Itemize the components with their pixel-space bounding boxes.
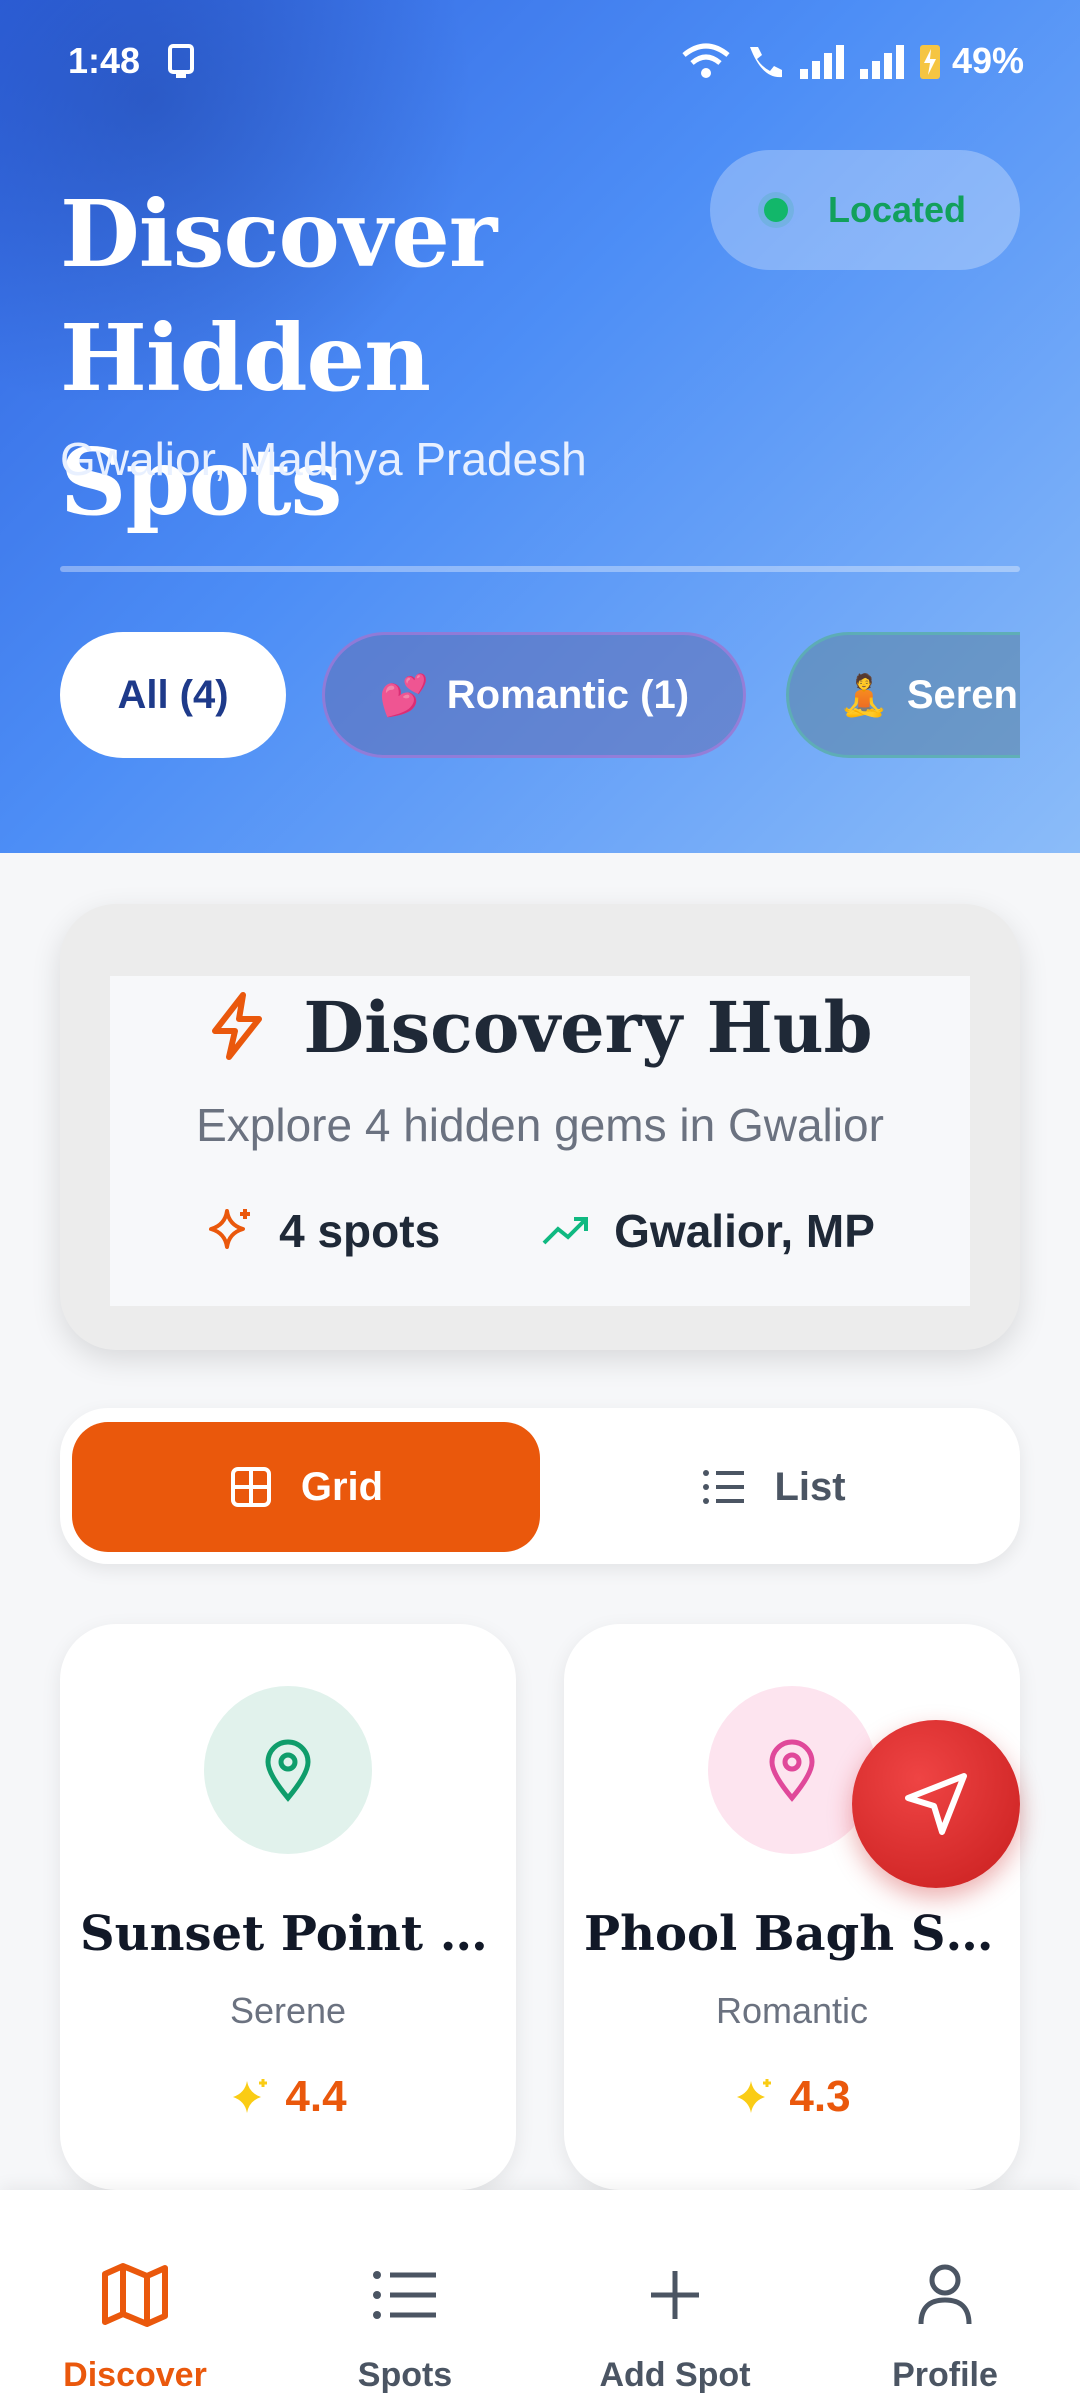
sparkle-icon — [209, 1209, 251, 1249]
status-dot-icon — [763, 198, 788, 222]
list-view-button[interactable]: List — [540, 1422, 1008, 1552]
view-toggle: Grid List — [60, 1408, 1020, 1564]
nav-discover[interactable]: Discover — [0, 2190, 270, 2400]
list-icon — [373, 2271, 436, 2319]
spot-name: Phool Bagh Se... — [584, 1906, 1000, 1962]
navigate-fab-button[interactable] — [852, 1720, 1020, 1888]
discovery-hub-content: Discovery Hub Explore 4 hidden gems in G… — [110, 976, 970, 1306]
discovery-hub-card: Discovery Hub Explore 4 hidden gems in G… — [60, 904, 1020, 1350]
location-status-label: Located — [827, 189, 967, 230]
signal-icon-2 — [859, 45, 904, 79]
user-icon — [918, 2264, 972, 2325]
hub-title: Discovery Hub — [110, 986, 970, 1069]
sparkle-icon — [233, 2079, 268, 2113]
spots-count-stat: 4 spots — [205, 1204, 440, 1258]
spot-rating: 4.4 — [60, 2072, 516, 2122]
location-stat: Gwalior, MP — [540, 1204, 875, 1258]
grid-icon — [230, 1467, 271, 1507]
wifi-icon — [682, 43, 730, 78]
meditation-icon: 🧘 — [839, 673, 889, 718]
filter-chip-serene[interactable]: 🧘 Seren — [786, 632, 1020, 758]
category-filter-row[interactable]: All (4) 💕 Romantic (1) 🧘 Seren — [60, 632, 1020, 762]
spot-card[interactable]: Sunset Point a... Serene 4.4 — [60, 1624, 516, 2190]
spot-category: Romantic — [715, 1990, 869, 2031]
grid-view-button[interactable]: Grid — [72, 1422, 540, 1552]
battery-icon — [919, 45, 940, 79]
hub-stats: 4 spots Gwalior, MP — [110, 1204, 970, 1258]
device-icon — [168, 44, 194, 78]
nav-spots[interactable]: Spots — [270, 2190, 540, 2400]
spot-name: Sunset Point a... — [80, 1906, 496, 1962]
map-pin-icon — [265, 1739, 311, 1802]
hero-header: 1:48 49% Discover Hidden Spots Gwalior, … — [0, 0, 1080, 853]
spot-category: Serene — [229, 1990, 347, 2031]
nav-add-spot[interactable]: Add Spot — [540, 2190, 810, 2400]
nav-profile[interactable]: Profile — [810, 2190, 1080, 2400]
hearts-icon: 💕 — [378, 673, 429, 718]
divider — [60, 566, 1020, 572]
spot-pin-icon — [708, 1686, 876, 1854]
location-subtitle: Gwalior, Madhya Pradesh — [60, 433, 587, 485]
list-icon — [703, 1470, 745, 1504]
signal-icon — [799, 45, 844, 79]
lightning-icon — [212, 992, 263, 1060]
status-bar: 1:48 49% — [0, 0, 1080, 120]
spot-pin-icon — [204, 1686, 372, 1854]
location-status-badge[interactable]: Located — [710, 150, 1020, 270]
call-icon — [749, 47, 782, 78]
filter-chip-romantic[interactable]: 💕 Romantic (1) — [322, 632, 746, 758]
bottom-navigation: Discover Spots Add Spot Profile — [0, 2190, 1080, 2400]
trending-up-icon — [542, 1217, 589, 1245]
map-icon — [102, 2263, 168, 2327]
status-time: 1:48 — [68, 40, 141, 81]
status-right: 49% — [680, 40, 1024, 82]
hub-description: Explore 4 hidden gems in Gwalior — [196, 1099, 884, 1151]
page-title: Discover Hidden Spots — [60, 180, 497, 536]
sparkle-icon — [737, 2079, 772, 2113]
spot-card[interactable]: Phool Bagh Se... Romantic 4.3 — [564, 1624, 1020, 2190]
battery-percent: 49% — [951, 40, 1024, 81]
filter-chip-all[interactable]: All (4) — [60, 632, 286, 758]
plus-icon — [651, 2271, 699, 2319]
map-pin-icon — [769, 1739, 815, 1802]
spot-rating: 4.3 — [564, 2072, 1020, 2122]
navigation-arrow-icon — [905, 1773, 967, 1835]
